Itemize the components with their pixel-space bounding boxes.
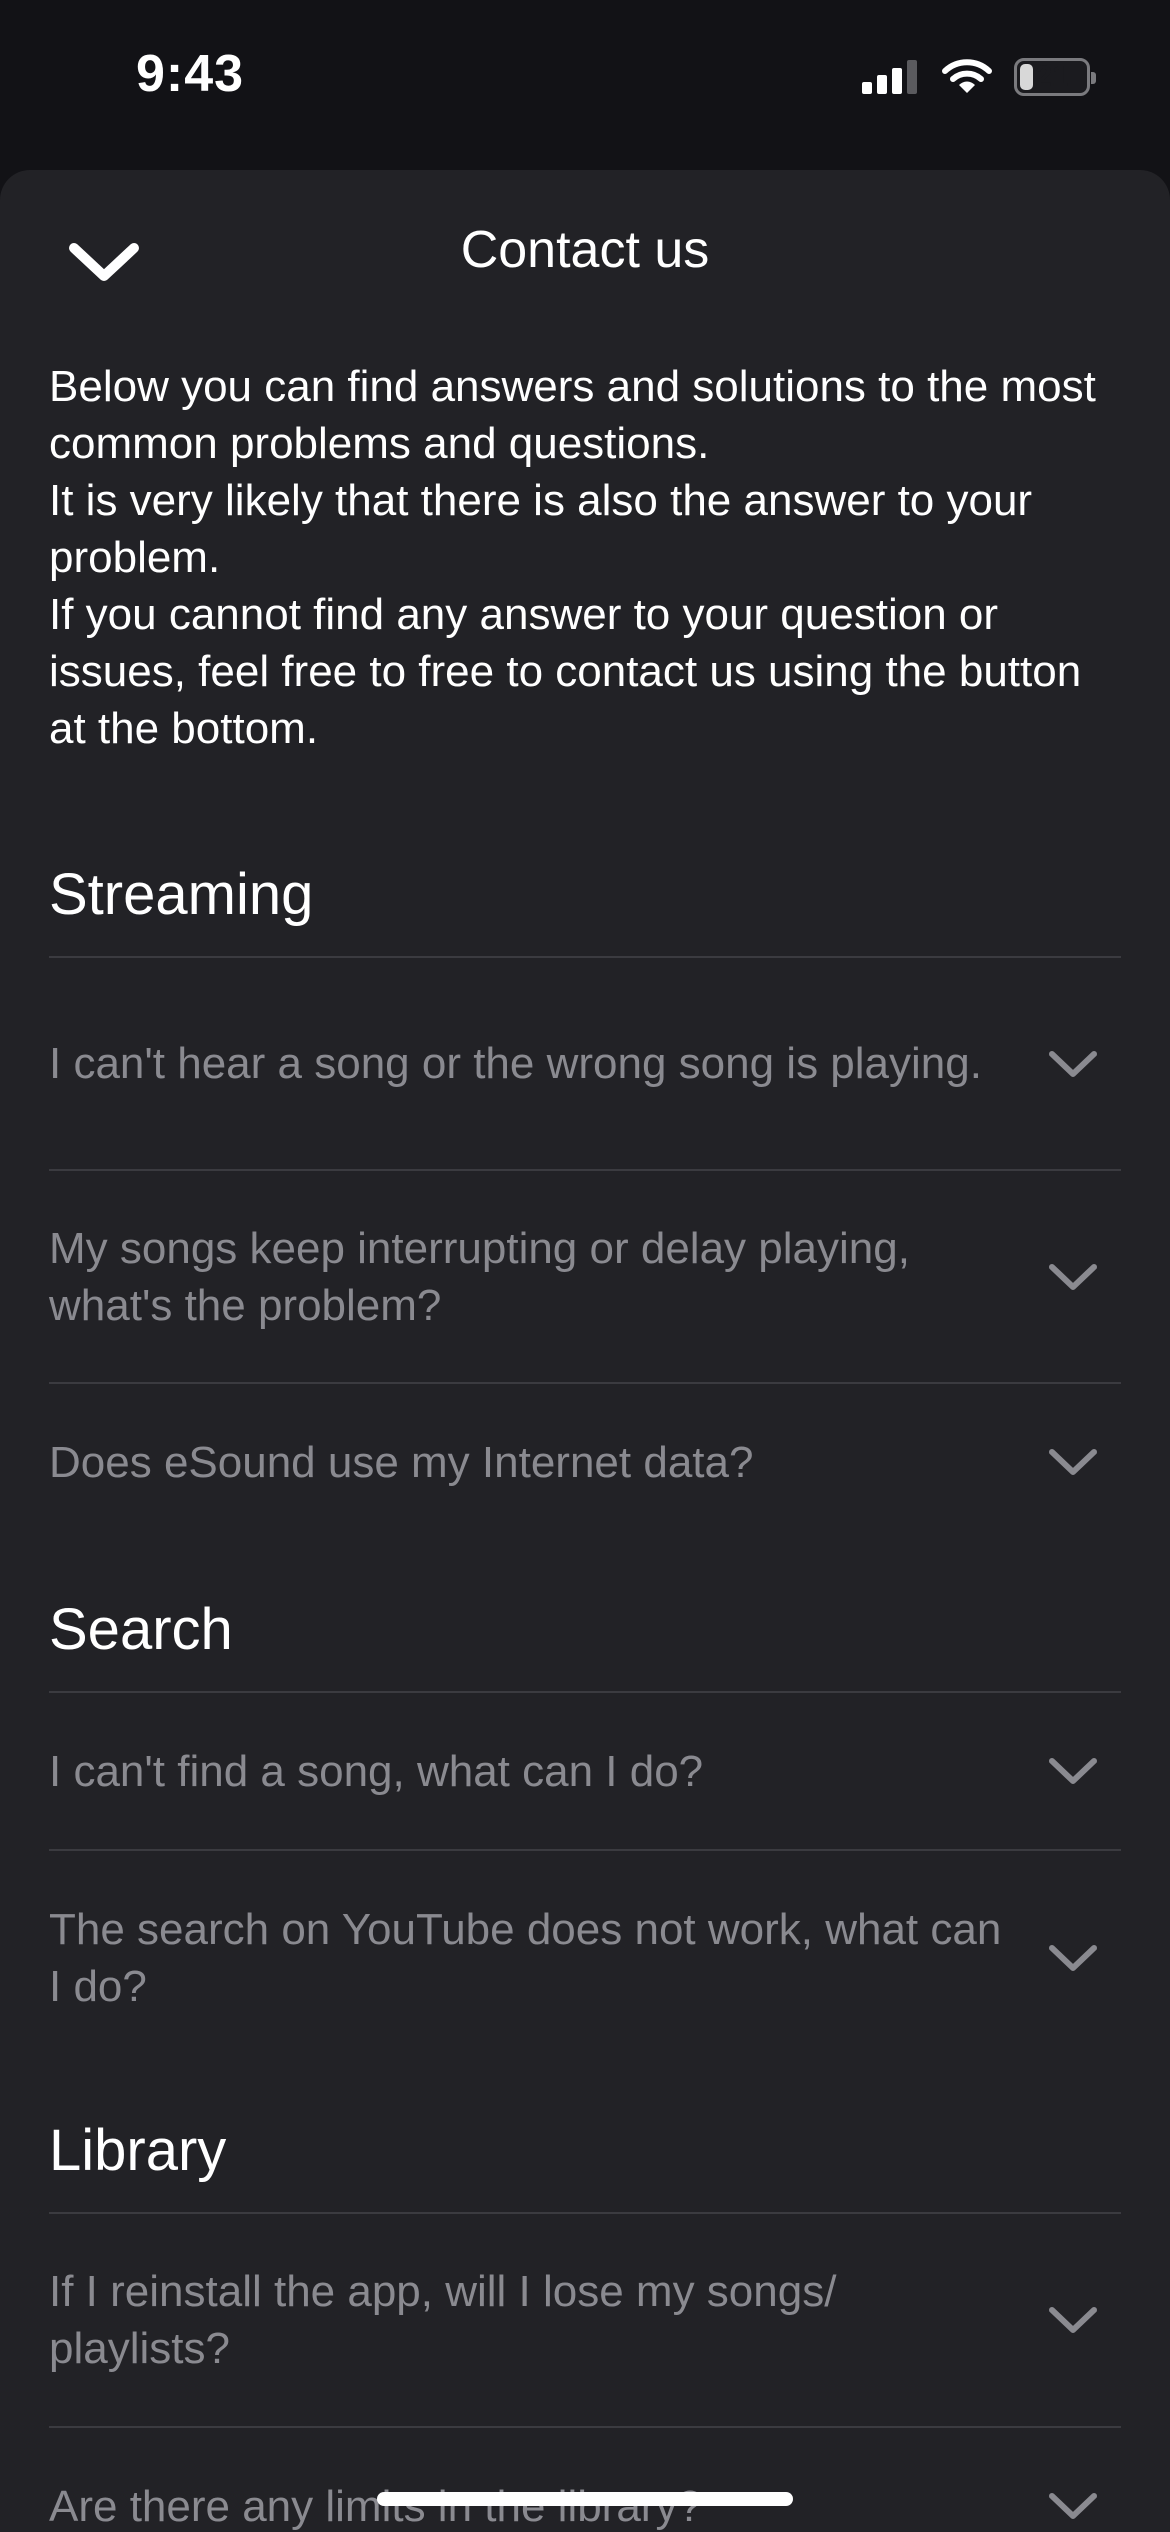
faq-question: If I reinstall the app, will I lose my s… (49, 2267, 837, 2373)
section-library: Library If I reinstall the app, will I l… (49, 2116, 1121, 2532)
faq-item[interactable]: The search on YouTube does not work, wha… (49, 1851, 1121, 2065)
section-title: Library (49, 2116, 1121, 2214)
chevron-down-icon (1049, 2493, 1097, 2519)
chevron-down-icon (1049, 2307, 1097, 2333)
cellular-signal-icon (862, 60, 917, 94)
faq-item[interactable]: I can't hear a song or the wrong song is… (49, 958, 1121, 1171)
faq-item[interactable]: Are there any limits in the library? (49, 2428, 1121, 2532)
intro-paragraph: Below you can find answers and solutions… (49, 362, 1096, 468)
chevron-down-icon (1049, 1945, 1097, 1971)
sheet-header: Contact us (0, 170, 1170, 340)
section-title: Search (49, 1595, 1121, 1693)
contact-sheet: Contact us Below you can find answers an… (0, 170, 1170, 2532)
chevron-down-icon (1049, 1449, 1097, 1475)
chevron-down-icon (1049, 1263, 1097, 1290)
status-time: 9:43 (136, 45, 245, 103)
intro-paragraph: If you cannot find any answer to your qu… (49, 590, 1082, 753)
section-streaming: Streaming I can't hear a song or the wro… (49, 860, 1121, 1540)
faq-question: I can't find a song, what can I do? (49, 1746, 704, 1796)
faq-item[interactable]: I can't find a song, what can I do? (49, 1693, 1121, 1851)
home-indicator[interactable] (377, 2492, 793, 2506)
section-search: Search I can't find a song, what can I d… (49, 1595, 1121, 2065)
section-title: Streaming (49, 860, 1121, 958)
intro-text: Below you can find answers and solutions… (49, 358, 1129, 757)
wifi-icon (942, 59, 992, 93)
intro-paragraph: It is very likely that there is also the… (49, 476, 1033, 582)
battery-icon: 21 (1014, 58, 1096, 96)
status-bar: 9:43 21 (0, 0, 1170, 170)
faq-item[interactable]: If I reinstall the app, will I lose my s… (49, 2214, 1121, 2428)
faq-item[interactable]: Does eSound use my Internet data? (49, 1384, 1121, 1540)
faq-item[interactable]: My songs keep interrupting or delay play… (49, 1171, 1121, 1384)
faq-question: My songs keep interrupting or delay play… (49, 1223, 910, 1330)
page-title: Contact us (460, 221, 710, 279)
chevron-down-icon (1049, 1050, 1097, 1077)
faq-question: I can't hear a song or the wrong song is… (49, 1039, 982, 1088)
battery-level: 21 (1035, 60, 1069, 93)
chevron-down-icon (1049, 1758, 1097, 1784)
faq-question: Does eSound use my Internet data? (49, 1437, 754, 1487)
status-icons: 21 (862, 54, 1096, 100)
faq-question: The search on YouTube does not work, wha… (49, 1905, 1002, 2011)
